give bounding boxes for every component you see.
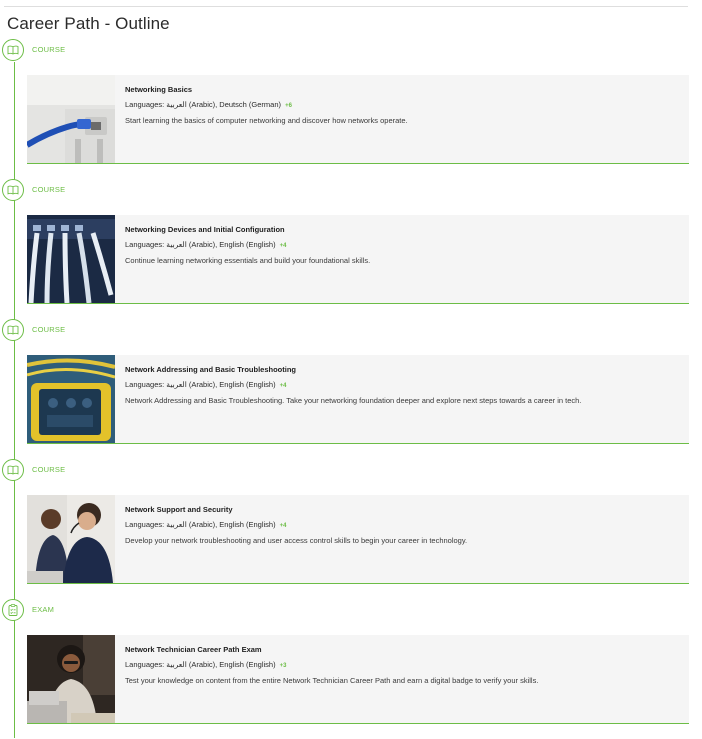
languages-row: Languages: العربية (Arabic), English (En… bbox=[125, 240, 370, 249]
page-title: Career Path - Outline bbox=[7, 14, 170, 33]
languages-list: العربية (Arabic), English (English) bbox=[166, 660, 276, 669]
more-languages-count[interactable]: +4 bbox=[280, 523, 287, 529]
item-type-label: EXAM bbox=[32, 605, 55, 614]
course-title[interactable]: Network Support and Security bbox=[125, 505, 467, 514]
languages-row: Languages: العربية (Arabic), English (En… bbox=[125, 660, 538, 669]
languages-list: العربية (Arabic), English (English) bbox=[166, 380, 276, 389]
course-thumbnail bbox=[27, 215, 115, 303]
more-languages-count[interactable]: +3 bbox=[280, 663, 287, 669]
languages-list: العربية (Arabic), English (English) bbox=[166, 520, 276, 529]
languages-row: Languages: العربية (Arabic), Deutsch (Ge… bbox=[125, 100, 408, 109]
course-title[interactable]: Networking Basics bbox=[125, 85, 408, 94]
languages-list: العربية (Arabic), Deutsch (German) bbox=[166, 100, 281, 109]
course-card[interactable]: Network Addressing and Basic Troubleshoo… bbox=[27, 355, 689, 444]
course-card[interactable]: Networking Basics Languages: العربية (Ar… bbox=[27, 75, 689, 164]
outline-item: COURSE Network Addressing and Basic Trou… bbox=[0, 319, 702, 459]
languages-row: Languages: العربية (Arabic), English (En… bbox=[125, 520, 467, 529]
book-icon bbox=[2, 39, 24, 61]
languages-list: العربية (Arabic), English (English) bbox=[166, 240, 276, 249]
top-divider bbox=[4, 6, 688, 7]
outline-item: COURSE Network Support and Security Lang… bbox=[0, 459, 702, 599]
more-languages-count[interactable]: +6 bbox=[285, 103, 292, 109]
book-icon bbox=[2, 179, 24, 201]
course-card[interactable]: Networking Devices and Initial Configura… bbox=[27, 215, 689, 304]
course-description: Start learning the basics of computer ne… bbox=[125, 116, 408, 125]
item-type-label: COURSE bbox=[32, 325, 66, 334]
course-description: Network Addressing and Basic Troubleshoo… bbox=[125, 396, 582, 405]
outline-item: COURSE Networking Basics Languages: العر… bbox=[0, 39, 702, 179]
item-type-label: COURSE bbox=[32, 45, 66, 54]
item-type-label: COURSE bbox=[32, 465, 66, 474]
course-card[interactable]: Network Support and Security Languages: … bbox=[27, 495, 689, 584]
languages-row: Languages: العربية (Arabic), English (En… bbox=[125, 380, 581, 389]
course-title[interactable]: Network Addressing and Basic Troubleshoo… bbox=[125, 365, 581, 374]
exam-thumbnail bbox=[27, 635, 115, 723]
languages-label: Languages: bbox=[125, 100, 165, 109]
checklist-icon bbox=[2, 599, 24, 621]
outline-item: COURSE Networking Devices and Initial Co… bbox=[0, 179, 702, 319]
languages-label: Languages: bbox=[125, 240, 165, 249]
exam-title[interactable]: Network Technician Career Path Exam bbox=[125, 645, 538, 654]
course-description: Continue learning networking essentials … bbox=[125, 256, 371, 265]
languages-label: Languages: bbox=[125, 520, 165, 529]
course-title[interactable]: Networking Devices and Initial Configura… bbox=[125, 225, 370, 234]
outline-item: EXAM Network Technician Career Path Exam… bbox=[0, 599, 702, 739]
item-type-label: COURSE bbox=[32, 185, 66, 194]
exam-description: Test your knowledge on content from the … bbox=[125, 676, 539, 685]
course-thumbnail bbox=[27, 355, 115, 443]
course-thumbnail bbox=[27, 495, 115, 583]
more-languages-count[interactable]: +4 bbox=[280, 383, 287, 389]
book-icon bbox=[2, 459, 24, 481]
book-icon bbox=[2, 319, 24, 341]
exam-card[interactable]: Network Technician Career Path Exam Lang… bbox=[27, 635, 689, 724]
languages-label: Languages: bbox=[125, 660, 165, 669]
more-languages-count[interactable]: +4 bbox=[280, 243, 287, 249]
course-thumbnail bbox=[27, 75, 115, 163]
course-description: Develop your network troubleshooting and… bbox=[125, 536, 468, 545]
languages-label: Languages: bbox=[125, 380, 165, 389]
